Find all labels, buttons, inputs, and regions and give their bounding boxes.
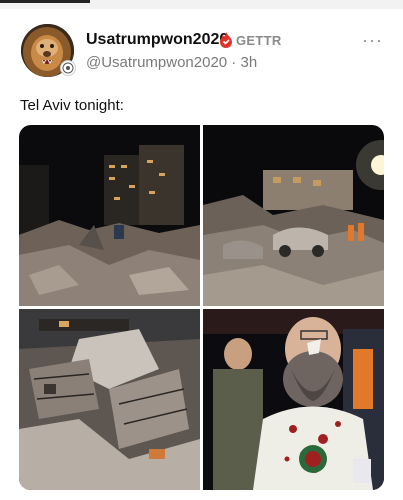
photo-collapsed-building[interactable]	[19, 309, 200, 490]
post-text: Tel Aviv tonight:	[20, 97, 124, 114]
profile-badge-icon	[60, 60, 76, 76]
photo-injured-man[interactable]	[203, 309, 384, 490]
separator: ·	[227, 54, 241, 71]
verified-flame-icon	[220, 32, 232, 48]
photo-night-building-rubble[interactable]	[19, 125, 200, 306]
platform-label: GETTR	[236, 33, 282, 48]
media-grid	[19, 125, 384, 490]
handle-line: @Usatrumpwon2020 · 3h	[86, 54, 257, 71]
post-time[interactable]: 3h	[240, 54, 257, 71]
more-options-icon[interactable]: ···	[362, 30, 383, 51]
photo-wrecked-cars-debris[interactable]	[203, 125, 384, 306]
handle[interactable]: @Usatrumpwon2020	[86, 54, 227, 71]
display-name[interactable]: Usatrumpwon2020	[86, 31, 228, 49]
top-bar	[0, 0, 403, 9]
tab-indicator	[0, 0, 90, 3]
